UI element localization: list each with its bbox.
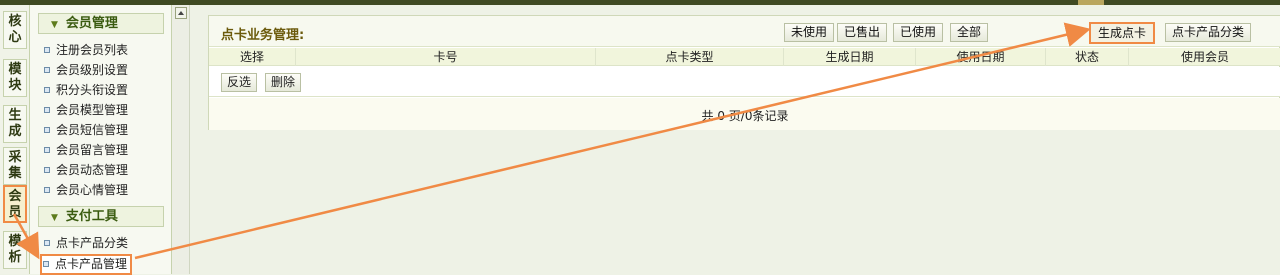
- pagination-row: 共 0 页/0条记录: [209, 98, 1280, 130]
- sidebar-item-member-levels[interactable]: 会员级别设置: [44, 61, 128, 80]
- top-bar: [0, 0, 1280, 5]
- column-card-type: 点卡类型: [596, 48, 784, 66]
- top-bar-accent: [1078, 0, 1104, 5]
- bullet-icon: [44, 47, 50, 53]
- bullet-icon: [43, 261, 49, 267]
- sidebar: ▼ 会员管理 注册会员列表 会员级别设置 积分头衔设置 会员模型管理 会员短信管理…: [30, 5, 172, 275]
- column-select: 选择: [209, 48, 296, 66]
- column-status: 状态: [1046, 48, 1129, 66]
- bullet-icon: [44, 167, 50, 173]
- sidebar-item-member-mood[interactable]: 会员心情管理: [44, 181, 128, 200]
- sidebar-item-label: 会员短信管理: [56, 123, 129, 137]
- vtab-modules[interactable]: 模块: [3, 59, 27, 97]
- sidebar-item-label: 注册会员列表: [56, 43, 129, 57]
- delete-button[interactable]: 删除: [265, 73, 302, 92]
- invert-selection-button[interactable]: 反选: [221, 73, 258, 92]
- vtab-collect[interactable]: 采集: [3, 147, 27, 185]
- page-title: 点卡业务管理:: [221, 28, 305, 43]
- sidebar-item-member-activity[interactable]: 会员动态管理: [44, 161, 128, 180]
- sidebar-item-card-categories[interactable]: 点卡产品分类: [44, 234, 128, 253]
- sidebar-item-label: 点卡产品管理: [55, 257, 128, 271]
- filter-sold-button[interactable]: 已售出: [837, 23, 888, 42]
- bullet-icon: [44, 187, 50, 193]
- sidebar-item-label: 会员留言管理: [56, 143, 129, 157]
- collapse-toggle-icon[interactable]: [175, 7, 187, 19]
- pagination-summary: 共 0 页/0条记录: [701, 109, 789, 123]
- filter-used-button[interactable]: 已使用: [893, 23, 944, 42]
- bullet-icon: [44, 67, 50, 73]
- sidebar-item-label: 积分头衔设置: [56, 83, 129, 97]
- row-actions: 反选 删除: [209, 67, 1280, 97]
- vertical-tabs: 核心 模块 生成 采集 会员 模析: [0, 5, 30, 274]
- sidebar-item-points-titles[interactable]: 积分头衔设置: [44, 81, 128, 100]
- sidebar-item-member-sms[interactable]: 会员短信管理: [44, 121, 128, 140]
- vtab-core[interactable]: 核心: [3, 11, 27, 49]
- card-management-panel: 点卡业务管理: 未使用 已售出 已使用 全部 生成点卡 点卡产品分类 选择 卡号…: [208, 15, 1280, 130]
- generate-card-button[interactable]: 生成点卡: [1089, 22, 1156, 44]
- group-title: 支付工具: [65, 209, 118, 224]
- sidebar-item-card-products[interactable]: 点卡产品管理: [40, 254, 133, 275]
- group-payment-tools[interactable]: ▼ 支付工具: [38, 206, 164, 227]
- filter-unused-button[interactable]: 未使用: [784, 23, 835, 42]
- sidebar-item-label: 点卡产品分类: [56, 236, 129, 250]
- sidebar-item-label: 会员心情管理: [56, 183, 129, 197]
- sidebar-item-label: 会员级别设置: [56, 63, 129, 77]
- card-product-category-button[interactable]: 点卡产品分类: [1165, 23, 1252, 42]
- vtab-templates[interactable]: 模析: [3, 231, 27, 269]
- vtab-generate[interactable]: 生成: [3, 105, 27, 143]
- column-used-member: 使用会员: [1180, 50, 1229, 64]
- sidebar-item-member-list[interactable]: 注册会员列表: [44, 41, 128, 60]
- sidebar-splitter: [172, 5, 190, 274]
- column-created-date: 生成日期: [784, 48, 916, 66]
- group-title: 会员管理: [65, 16, 118, 31]
- bullet-icon: [44, 127, 50, 133]
- chevron-down-icon: ▼: [51, 20, 58, 30]
- sidebar-item-member-messages[interactable]: 会员留言管理: [44, 141, 128, 160]
- sidebar-item-label: 会员动态管理: [56, 163, 129, 177]
- column-used-date: 使用日期: [916, 48, 1046, 66]
- table-header: 选择 卡号 点卡类型 生成日期 使用日期 状态 使用会员: [209, 48, 1280, 66]
- panel-header: 点卡业务管理: 未使用 已售出 已使用 全部 生成点卡 点卡产品分类: [209, 16, 1280, 47]
- column-card-number: 卡号: [296, 48, 596, 66]
- bullet-icon: [44, 87, 50, 93]
- bullet-icon: [44, 107, 50, 113]
- chevron-down-icon: ▼: [51, 213, 58, 223]
- group-member-management[interactable]: ▼ 会员管理: [38, 13, 164, 34]
- bullet-icon: [44, 240, 50, 246]
- bullet-icon: [44, 147, 50, 153]
- filter-all-button[interactable]: 全部: [950, 23, 989, 42]
- vtab-members[interactable]: 会员: [3, 185, 27, 223]
- sidebar-item-label: 会员模型管理: [56, 103, 129, 117]
- sidebar-item-member-models[interactable]: 会员模型管理: [44, 101, 128, 120]
